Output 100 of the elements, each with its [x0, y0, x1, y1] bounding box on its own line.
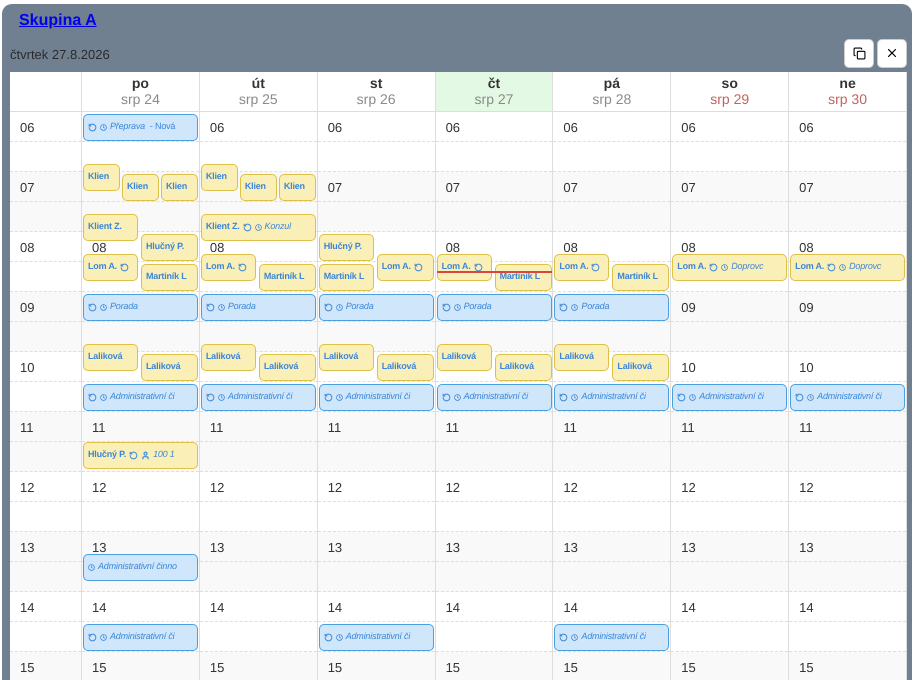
hour-label: 12	[446, 480, 460, 494]
clock-icon	[218, 394, 225, 400]
client-event[interactable]: Martiník L	[612, 264, 670, 290]
current-date: čtvrtek 27.8.2026	[10, 46, 110, 64]
activity-event[interactable]: Administrativní či	[83, 624, 198, 650]
client-event[interactable]: Laliková	[141, 354, 198, 380]
client-event[interactable]: Hlučný P.	[141, 234, 198, 260]
activity-event[interactable]: Administrativní či	[200, 384, 316, 410]
activity-event[interactable]: Porada	[200, 294, 316, 320]
hour-label: 08	[563, 240, 578, 254]
client-event[interactable]: Klien	[240, 174, 277, 200]
weekday-name: st	[370, 75, 382, 91]
hour-label: 06	[446, 120, 460, 134]
activity-event[interactable]: Porada	[83, 294, 198, 320]
activity-event[interactable]: Porada	[436, 294, 552, 320]
hour-label: 06	[563, 120, 578, 134]
repeat-icon	[88, 302, 97, 312]
client-name: Klien	[244, 180, 266, 194]
client-name: Lom A.	[677, 260, 706, 274]
client-event[interactable]: Klient Z. Konzul	[200, 214, 316, 240]
hour-label: 08	[20, 240, 34, 254]
hour-label: 07	[799, 180, 814, 194]
client-event[interactable]: Laliková	[83, 344, 138, 370]
activity-event[interactable]: Přeprava - Nová	[83, 114, 198, 140]
hour-label: 14	[799, 600, 814, 614]
client-event[interactable]: Klien	[278, 174, 316, 200]
hour-label: 12	[328, 480, 342, 494]
client-event[interactable]: Lom A. Doprovc	[672, 254, 788, 280]
activity-event[interactable]: Porada	[554, 294, 670, 320]
client-name: Laliková	[500, 360, 534, 374]
event-title: Porada	[228, 300, 256, 314]
client-name: Lom A.	[442, 260, 471, 274]
copy-icon	[852, 46, 866, 60]
client-event[interactable]: Klien	[83, 164, 120, 190]
client-event[interactable]: Klient Z.	[83, 214, 138, 240]
clock-icon	[88, 564, 95, 570]
client-name: Laliková	[559, 350, 594, 364]
client-name: Laliková	[206, 350, 240, 364]
day-date: srp 25	[238, 91, 278, 107]
client-event[interactable]: Laliková	[494, 354, 552, 380]
client-event[interactable]: Laliková	[318, 344, 374, 370]
repeat-icon	[827, 262, 836, 272]
event-title: Administrativní či	[110, 390, 174, 404]
day-date: srp 30	[828, 91, 868, 107]
client-event[interactable]: Lom A.	[554, 254, 610, 280]
hour-label: 12	[563, 480, 578, 494]
repeat-icon	[591, 262, 600, 272]
client-event[interactable]: Martiník L	[141, 264, 198, 290]
client-event[interactable]: Martiník L	[318, 264, 374, 290]
client-event[interactable]: Laliková	[554, 344, 610, 370]
client-name: Lom A.	[795, 260, 824, 274]
client-event[interactable]: Laliková	[258, 354, 316, 380]
client-event[interactable]: Lom A. Doprovc	[790, 254, 906, 280]
event-title: Porada	[581, 300, 610, 314]
hour-label: 15	[681, 660, 696, 674]
client-event[interactable]: Lom A.	[83, 254, 138, 280]
activity-event[interactable]: Administrativní či	[554, 624, 670, 650]
repeat-icon	[129, 450, 138, 460]
client-name: Laliková	[146, 360, 180, 374]
client-event[interactable]: Hlučný P. 100 1	[83, 442, 198, 468]
clock-icon	[336, 304, 343, 310]
client-event[interactable]: Laliková	[376, 354, 434, 380]
activity-event[interactable]: Administrativní či	[790, 384, 906, 410]
repeat-icon	[324, 392, 333, 402]
hour-label: 07	[328, 180, 342, 194]
hour-label: 08	[92, 240, 106, 254]
copy-button[interactable]	[844, 38, 874, 68]
close-button[interactable]	[877, 38, 907, 68]
client-event[interactable]: Lom A.	[376, 254, 434, 280]
hour-label: 10	[681, 360, 696, 374]
hour-label: 12	[681, 480, 696, 494]
hour-label: 06	[210, 120, 224, 134]
activity-event[interactable]: Administrativní či	[83, 384, 198, 410]
client-event[interactable]: Klien	[200, 164, 238, 190]
activity-event[interactable]: Administrativní či	[436, 384, 552, 410]
hour-label: 08	[446, 240, 460, 254]
activity-event[interactable]: Administrativní či	[318, 624, 434, 650]
activity-event[interactable]: Administrativní či	[318, 384, 434, 410]
client-event[interactable]: Laliková	[436, 344, 492, 370]
client-event[interactable]: Lom A.	[200, 254, 256, 280]
activity-event[interactable]: Porada	[318, 294, 434, 320]
clock-icon	[336, 394, 343, 400]
client-name: Klien	[127, 180, 148, 194]
activity-event[interactable]: Administrativní či	[554, 384, 670, 410]
client-name: Klien	[206, 170, 227, 184]
client-event[interactable]: Klien	[161, 174, 198, 200]
repeat-icon	[709, 262, 718, 272]
event-title: Konzul	[264, 220, 291, 234]
activity-event[interactable]: Administrativní činno	[83, 554, 198, 580]
group-title-link[interactable]: Skupina A	[19, 9, 97, 33]
client-event[interactable]: Laliková	[612, 354, 670, 380]
clock-icon	[454, 394, 461, 400]
client-event[interactable]: Hlučný P.	[318, 234, 374, 260]
client-event[interactable]: Klien	[122, 174, 159, 200]
client-event[interactable]: Martiník L	[258, 264, 316, 290]
activity-event[interactable]: Administrativní či	[672, 384, 788, 410]
client-event[interactable]: Laliková	[200, 344, 256, 370]
hour-label: 15	[563, 660, 578, 674]
client-name: Martiník L	[146, 270, 187, 284]
day-date: srp 28	[592, 91, 632, 107]
